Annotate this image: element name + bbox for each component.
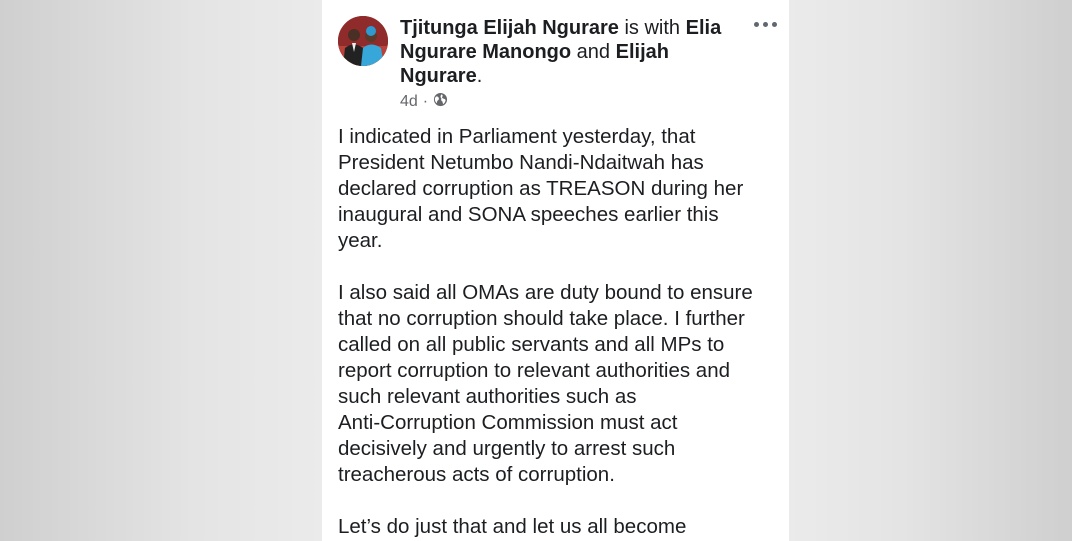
author-avatar[interactable] bbox=[338, 16, 388, 66]
meta-separator: · bbox=[422, 93, 429, 110]
background-left bbox=[0, 0, 322, 541]
more-options-dot bbox=[771, 21, 777, 27]
author-name[interactable]: Tjitunga Elijah Ngurare bbox=[400, 17, 619, 39]
post-paragraph-2: I also said all OMAs are duty bound to e… bbox=[338, 281, 753, 486]
facebook-post-card: Tjitunga Elijah Ngurare is with Elia Ngu… bbox=[322, 0, 789, 541]
with-text: is with bbox=[618, 17, 686, 39]
globe-icon[interactable] bbox=[433, 92, 448, 112]
more-options-dot bbox=[762, 21, 768, 27]
post-paragraph-3: Let’s do just that and let us all become bbox=[338, 515, 687, 538]
post-body: I indicated in Parliament yesterday, tha… bbox=[338, 124, 778, 541]
post-paragraph-1: I indicated in Parliament yesterday, tha… bbox=[338, 125, 744, 252]
background-right bbox=[789, 0, 1072, 541]
post-timestamp[interactable]: 4d bbox=[400, 93, 418, 111]
end-text: . bbox=[476, 65, 483, 87]
post-meta: 4d · bbox=[400, 92, 448, 112]
more-options-button[interactable] bbox=[750, 12, 780, 36]
more-options-icon bbox=[753, 21, 759, 27]
post-header: Tjitunga Elijah Ngurare is with Elia Ngu… bbox=[400, 16, 740, 88]
and-text: and bbox=[571, 41, 616, 63]
